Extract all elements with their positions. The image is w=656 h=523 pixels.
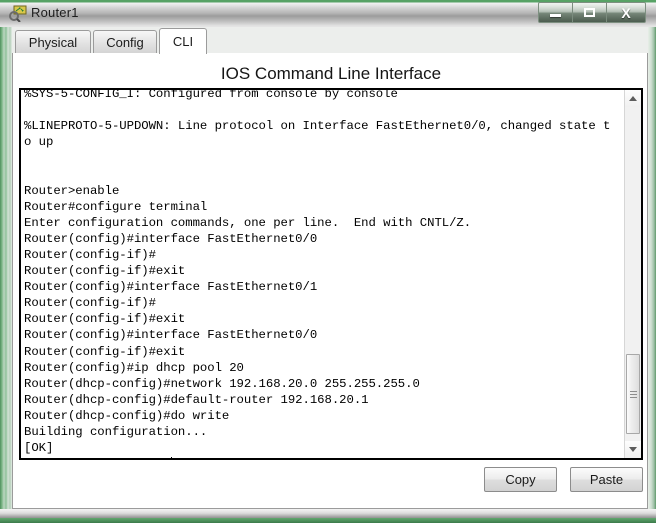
terminal-line: %SYS-5-CONFIG_I: Configured from console… — [24, 90, 398, 101]
window-frame-bottom-accent — [0, 518, 656, 523]
cli-panel: IOS Command Line Interface %SYS-5-CONFIG… — [12, 53, 648, 509]
terminal-line: Building configuration... — [24, 424, 208, 439]
terminal-line: [OK] — [24, 441, 54, 456]
terminal-line: Router(config)#ip dhcp pool 20 — [24, 360, 244, 375]
terminal-line: Router>enable — [24, 183, 120, 198]
tab-config-label: Config — [106, 35, 144, 50]
terminal-scrollbar[interactable] — [624, 90, 641, 458]
terminal-line: Router(config-if)# — [24, 247, 156, 262]
title-bar[interactable]: Router1 X — [0, 0, 656, 27]
tab-physical[interactable]: Physical — [15, 30, 91, 54]
tab-physical-label: Physical — [28, 35, 78, 50]
terminal-line: Router(config-if)#exit — [24, 312, 186, 327]
terminal-line: Router(config-if)#exit — [24, 344, 186, 359]
terminal-line: Router(config)#interface FastEthernet0/0 — [24, 328, 318, 343]
maximize-button[interactable] — [573, 3, 607, 22]
terminal-line: %LINEPROTO-5-UPDOWN: Line protocol on In… — [24, 119, 611, 134]
tab-strip: Physical Config CLI — [12, 27, 648, 54]
paste-button[interactable]: Paste — [570, 467, 643, 492]
copy-button[interactable]: Copy — [484, 467, 557, 492]
window-frame-left — [0, 0, 12, 523]
terminal-line: Router(config-if)#exit — [24, 264, 186, 279]
copy-button-label: Copy — [505, 472, 536, 487]
text-cursor — [170, 457, 172, 458]
terminal-line: Enter configuration commands, one per li… — [24, 215, 472, 230]
window-frame-right — [648, 0, 656, 523]
scroll-down-button[interactable] — [625, 441, 641, 458]
window-controls: X — [538, 2, 646, 23]
paste-button-label: Paste — [589, 472, 624, 487]
router-device-icon — [9, 5, 27, 22]
terminal-line: Router#configure terminal — [24, 199, 208, 214]
close-icon: X — [621, 4, 631, 21]
minimize-button[interactable] — [539, 3, 573, 22]
terminal-line: Router(dhcp-config)#network 192.168.20.0… — [24, 376, 420, 391]
scroll-up-button[interactable] — [625, 90, 641, 107]
scrollbar-grip-icon — [629, 389, 637, 400]
tab-cli-label: CLI — [172, 34, 194, 49]
terminal-line: Router(config-if)# — [24, 296, 156, 311]
terminal-line: Router(config)#interface FastEthernet0/0 — [24, 231, 318, 246]
page-title: IOS Command Line Interface — [220, 64, 442, 83]
terminal-container: %SYS-5-CONFIG_I: Configured from console… — [19, 88, 643, 460]
maximize-icon — [584, 8, 595, 17]
terminal-line: Router(dhcp-config)#default-router 192.1… — [24, 392, 369, 407]
router-cli-window: Router1 X Physical Config CLI IOS Comman… — [0, 0, 656, 523]
scroll-up-arrow-icon — [629, 96, 637, 101]
terminal-lines: %SYS-5-CONFIG_I: Configured from console… — [24, 90, 624, 458]
scroll-down-arrow-icon — [629, 447, 637, 452]
scrollbar-thumb[interactable] — [626, 354, 640, 434]
window-title: Router1 — [31, 5, 79, 20]
minimize-icon — [550, 13, 561, 17]
terminal-prompt-line[interactable]: Router(dhcp-config)# — [24, 456, 624, 458]
terminal-output[interactable]: %SYS-5-CONFIG_I: Configured from console… — [21, 90, 624, 458]
terminal-line: Router(dhcp-config)#do write — [24, 408, 230, 423]
tab-cli[interactable]: CLI — [159, 28, 207, 54]
terminal-line: Router(config)#interface FastEthernet0/1 — [24, 280, 318, 295]
terminal-line: o up — [24, 135, 54, 150]
close-button[interactable]: X — [607, 3, 645, 22]
tab-config[interactable]: Config — [93, 30, 157, 54]
